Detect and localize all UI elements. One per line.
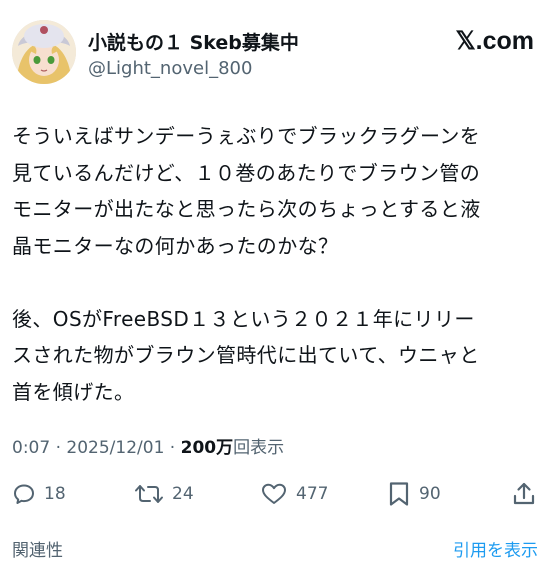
post-meta: 0:07 · 2025/12/01 · 200万回表示 <box>12 433 284 458</box>
meta-separator: · <box>50 438 67 458</box>
reply-count: 18 <box>44 484 66 504</box>
user-handle[interactable]: @Light_novel_800 <box>88 58 252 79</box>
post-date[interactable]: 2025/12/01 <box>66 438 164 458</box>
like-button[interactable]: 477 <box>260 478 328 510</box>
post-header: 小説もの１ Skeb募集中 @Light_novel_800 𝕏.com <box>12 20 542 90</box>
repost-count: 24 <box>172 484 194 504</box>
like-count: 477 <box>296 484 329 504</box>
meta-separator: · <box>164 438 181 458</box>
bookmark-button[interactable]: 90 <box>387 478 441 510</box>
bookmark-icon <box>389 482 409 506</box>
repost-button[interactable]: 24 <box>134 478 194 510</box>
reply-icon <box>14 484 34 504</box>
share-icon <box>513 482 535 505</box>
avatar[interactable] <box>12 20 76 84</box>
view-quotes-link[interactable]: 引用を表示 <box>453 536 538 561</box>
views-count: 200万 <box>180 438 234 458</box>
x-logo[interactable]: 𝕏.com <box>456 26 535 56</box>
like-icon <box>262 483 286 504</box>
post-text: そういえばサンデーうぇぶりでブラックラグーンを 見ているんだけど、１０巻のあたり… <box>12 124 481 404</box>
post-time[interactable]: 0:07 <box>12 438 50 458</box>
share-button[interactable] <box>512 478 536 510</box>
bookmark-count: 90 <box>419 484 441 504</box>
sort-relevance-tab[interactable]: 関連性 <box>12 536 63 561</box>
display-name[interactable]: 小説もの１ Skeb募集中 <box>88 28 299 55</box>
views-label: 回表示 <box>233 438 285 458</box>
repost-icon <box>135 485 163 503</box>
reply-button[interactable]: 18 <box>12 478 66 510</box>
anime-avatar-icon <box>12 20 76 84</box>
action-bar: 18 24 477 90 <box>12 478 542 510</box>
